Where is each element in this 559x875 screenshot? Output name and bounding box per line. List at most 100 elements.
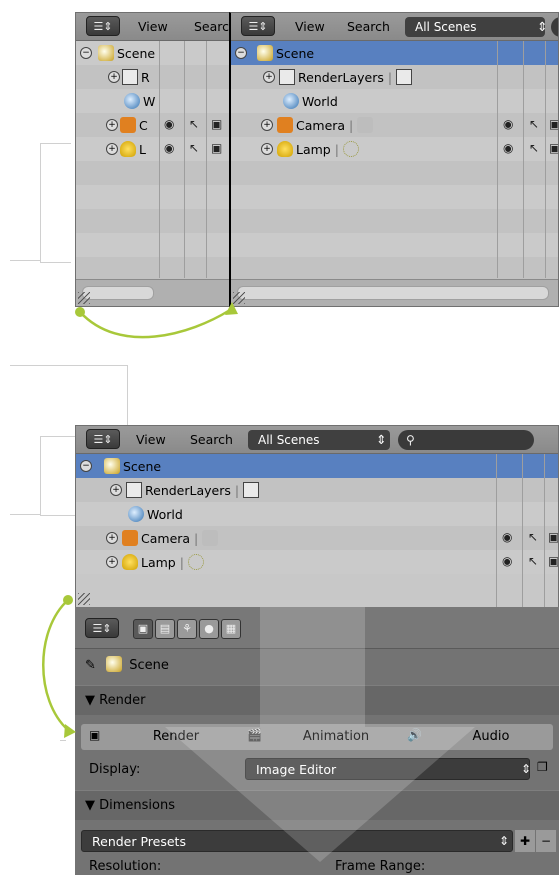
tree-row-scene[interactable]: − Scene <box>76 454 558 478</box>
render-camera-icon[interactable]: ▣ <box>549 141 558 155</box>
expand-icon[interactable]: + <box>106 143 118 155</box>
empty-row <box>231 185 558 209</box>
texture-context-tab[interactable]: ▦ <box>221 619 241 639</box>
column-divider <box>544 454 545 607</box>
render-context-tab[interactable]: ▣ <box>133 619 153 639</box>
world-icon <box>124 93 140 109</box>
outliner-header: ☰⇕ View Searc <box>76 13 230 41</box>
tree-row-lamp[interactable]: + Lamp | ◉ ↖ ▣ <box>76 550 558 574</box>
render-camera-icon[interactable]: ▣ <box>549 117 558 131</box>
render-camera-icon[interactable]: ▣ <box>211 141 222 155</box>
frame-range-label: Frame Range: <box>335 859 426 874</box>
render-panel-header[interactable]: ▼ Render <box>75 685 559 715</box>
expand-icon[interactable]: + <box>106 556 118 568</box>
empty-row <box>231 161 558 185</box>
eye-icon[interactable]: ◉ <box>164 141 174 155</box>
tree-row-lamp[interactable]: + Lamp | ◉ ↖ ▣ <box>231 137 558 161</box>
tree-label: RenderLayers <box>145 483 231 498</box>
scene-context-tab[interactable]: ⚘ <box>177 619 197 639</box>
tree-label: World <box>147 507 183 522</box>
collapse-icon[interactable]: − <box>80 47 92 59</box>
empty-row <box>231 257 558 281</box>
column-divider <box>522 454 523 607</box>
animation-button[interactable]: Animation <box>271 724 401 750</box>
display-select[interactable]: Image Editor <box>245 758 530 780</box>
cursor-icon[interactable]: ↖ <box>529 117 539 131</box>
tree-row-renderlayers[interactable]: + RenderLayers | <box>76 478 558 502</box>
outliner-right: ☰⇕ View Search All Scenes ⇕ − Scene + Re… <box>229 12 559 307</box>
search-menu[interactable]: Search <box>347 19 390 34</box>
tree-row-renderlayers[interactable]: + RenderLayers | <box>231 65 558 89</box>
dimensions-panel-header[interactable]: ▼ Dimensions <box>75 790 559 820</box>
expand-icon[interactable]: + <box>261 143 273 155</box>
eye-icon[interactable]: ◉ <box>502 530 512 544</box>
world-context-tab[interactable]: ● <box>199 619 219 639</box>
add-preset-button[interactable]: ✚ <box>515 830 535 852</box>
search-menu[interactable]: Searc <box>194 19 229 34</box>
cursor-icon[interactable]: ↖ <box>189 117 199 131</box>
tree-label: Lamp <box>141 555 176 570</box>
search-menu[interactable]: Search <box>190 432 233 447</box>
expand-icon[interactable]: + <box>110 484 122 496</box>
search-input[interactable]: ⚲ <box>398 430 534 450</box>
expand-icon[interactable]: + <box>263 71 275 83</box>
lamp-object-icon <box>120 141 136 157</box>
guide-line <box>10 514 40 515</box>
column-divider <box>497 41 498 278</box>
render-layers-icon <box>279 69 295 85</box>
view-menu[interactable]: View <box>295 19 325 34</box>
tree-row-camera[interactable]: + Camera | ◉ ↖ ▣ <box>76 526 558 550</box>
camera-object-icon <box>122 530 138 546</box>
window-icon[interactable]: ❐ <box>537 760 548 774</box>
editor-type-button[interactable]: ☰⇕ <box>85 618 119 638</box>
remove-preset-button[interactable]: − <box>536 830 556 852</box>
column-divider <box>184 41 185 278</box>
search-field-edge[interactable] <box>551 17 558 37</box>
tree-label: World <box>302 94 338 109</box>
eye-icon[interactable]: ◉ <box>503 141 513 155</box>
column-divider <box>159 41 160 278</box>
eye-icon[interactable]: ◉ <box>503 117 513 131</box>
tree-row-world[interactable]: World <box>231 89 558 113</box>
render-layers-context-tab[interactable]: ▤ <box>155 619 175 639</box>
guide-line <box>10 365 128 426</box>
editor-type-button[interactable]: ☰⇕ <box>86 16 120 36</box>
view-menu[interactable]: View <box>138 19 168 34</box>
editor-type-button[interactable]: ☰⇕ <box>86 429 120 449</box>
cursor-icon[interactable]: ↖ <box>528 530 538 544</box>
cursor-icon[interactable]: ↖ <box>529 141 539 155</box>
render-layers-icon <box>122 69 138 85</box>
render-camera-icon[interactable]: ▣ <box>548 530 558 544</box>
audio-button[interactable]: Audio <box>431 724 551 750</box>
outliner-merged: ☰⇕ View Search All Scenes ⇕ ⚲ − Scene + … <box>75 425 559 609</box>
expand-icon[interactable]: + <box>261 119 273 131</box>
horizontal-scrollbar[interactable] <box>237 286 549 300</box>
scene-filter-select[interactable]: All Scenes <box>248 430 390 450</box>
collapse-icon[interactable]: − <box>80 460 92 472</box>
empty-row <box>231 209 558 233</box>
eye-icon[interactable]: ◉ <box>164 117 174 131</box>
join-arrow-top <box>75 302 238 339</box>
outliner-header: ☰⇕ View Search All Scenes ⇕ <box>231 13 558 41</box>
cursor-icon[interactable]: ↖ <box>189 141 199 155</box>
render-camera-icon[interactable]: ▣ <box>211 117 222 131</box>
scene-filter-select[interactable]: All Scenes <box>405 17 545 37</box>
expand-icon[interactable]: + <box>106 532 118 544</box>
editor-type-button[interactable]: ☰⇕ <box>241 16 275 36</box>
cursor-icon[interactable]: ↖ <box>528 554 538 568</box>
tree-row-world[interactable]: World <box>76 502 558 526</box>
render-button[interactable]: Render <box>111 724 241 750</box>
eye-icon[interactable]: ◉ <box>502 554 512 568</box>
tree-row-scene[interactable]: − Scene <box>231 41 558 65</box>
expand-icon[interactable]: + <box>108 71 120 83</box>
tree-row-camera[interactable]: + Camera | ◉ ↖ ▣ <box>231 113 558 137</box>
render-camera-icon[interactable]: ▣ <box>548 554 558 568</box>
render-presets-select[interactable]: Render Presets <box>81 830 513 852</box>
outliner-header: ☰⇕ View Search All Scenes ⇕ ⚲ <box>76 426 558 454</box>
column-divider <box>496 454 497 607</box>
view-menu[interactable]: View <box>136 432 166 447</box>
scene-icon <box>98 45 114 61</box>
expand-icon[interactable]: + <box>106 119 118 131</box>
collapse-icon[interactable]: − <box>235 47 247 59</box>
scene-icon <box>104 458 120 474</box>
